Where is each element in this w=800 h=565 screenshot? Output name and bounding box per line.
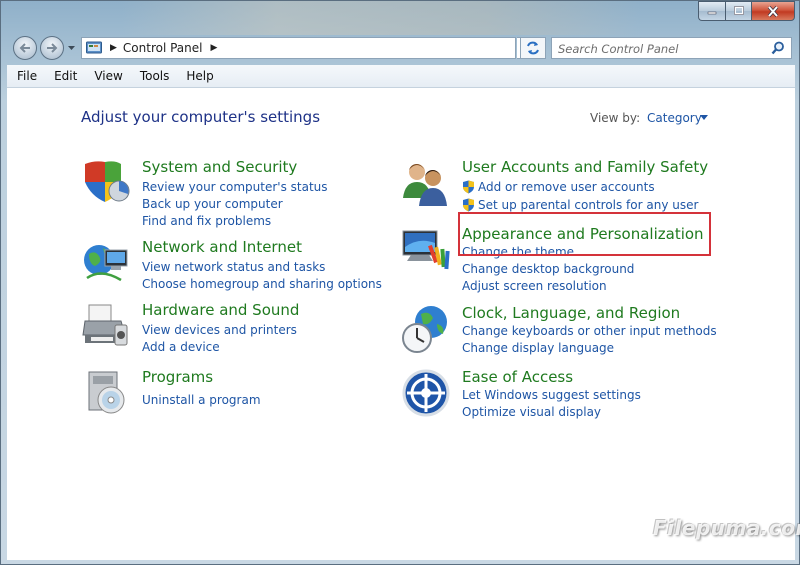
link-optimize-visual[interactable]: Optimize visual display — [462, 405, 601, 419]
address-bar[interactable]: ▶ Control Panel ▶ — [81, 37, 516, 59]
menu-help[interactable]: Help — [179, 69, 220, 83]
menu-view[interactable]: View — [87, 69, 129, 83]
watermark-text: Filepuma.com — [653, 516, 800, 540]
back-button[interactable] — [13, 36, 37, 60]
shield-icon — [85, 161, 130, 202]
link-desktop-background[interactable]: Change desktop background — [462, 262, 634, 276]
search-input[interactable] — [552, 39, 762, 59]
breadcrumb-separator-icon[interactable]: ▶ — [110, 43, 117, 53]
link-screen-resolution[interactable]: Adjust screen resolution — [462, 279, 607, 293]
control-panel-icon — [86, 41, 102, 54]
network-globe-icon — [84, 245, 128, 282]
search-box[interactable] — [551, 37, 792, 59]
forward-arrow-icon — [47, 43, 58, 53]
breadcrumb-chevron-icon[interactable]: ▶ — [211, 43, 218, 53]
printer-icon — [82, 304, 128, 346]
link-homegroup[interactable]: Choose homegroup and sharing options — [142, 277, 382, 291]
breadcrumb-control-panel[interactable]: Control Panel — [123, 41, 203, 55]
category-title[interactable]: Ease of Access — [462, 368, 573, 386]
category-title[interactable]: Clock, Language, and Region — [462, 304, 680, 322]
category-title[interactable]: User Accounts and Family Safety — [462, 158, 708, 176]
menu-file[interactable]: File — [10, 69, 44, 83]
programs-disc-icon — [88, 371, 125, 414]
link-back-up[interactable]: Back up your computer — [142, 197, 283, 211]
link-find-fix[interactable]: Find and fix problems — [142, 214, 271, 228]
refresh-icon — [527, 41, 539, 55]
link-add-device[interactable]: Add a device — [142, 340, 220, 354]
category-title[interactable]: Hardware and Sound — [142, 301, 299, 319]
link-uninstall[interactable]: Uninstall a program — [142, 393, 261, 407]
caption-buttons — [698, 1, 795, 21]
back-arrow-icon — [19, 43, 30, 53]
recent-pages-chevron-icon[interactable] — [67, 43, 76, 53]
search-icon[interactable] — [771, 41, 785, 55]
link-windows-suggest[interactable]: Let Windows suggest settings — [462, 388, 641, 402]
navigation-bar: ▶ Control Panel ▶ — [1, 33, 800, 63]
minimize-icon — [707, 11, 717, 15]
link-parental-controls[interactable]: Set up parental controls for any user — [462, 198, 698, 212]
clock-globe-icon — [402, 306, 447, 353]
maximize-button[interactable] — [725, 1, 751, 21]
view-by-label: View by: — [590, 111, 641, 125]
menu-edit[interactable]: Edit — [47, 69, 84, 83]
refresh-button[interactable] — [520, 37, 546, 59]
title-bar-backdrop — [121, 1, 641, 35]
category-title[interactable]: System and Security — [142, 158, 297, 176]
category-title[interactable]: Programs — [142, 368, 213, 386]
view-by-arrow-icon[interactable] — [700, 115, 708, 121]
menu-bar: File Edit View Tools Help — [7, 65, 795, 88]
control-panel-window: ▶ Control Panel ▶ File Edit View — [0, 0, 800, 565]
users-icon — [403, 164, 447, 206]
page-title: Adjust your computer's settings — [81, 108, 321, 126]
link-display-language[interactable]: Change display language — [462, 341, 614, 355]
monitor-paint-icon — [402, 230, 450, 270]
close-button[interactable] — [751, 1, 795, 21]
ease-of-access-icon — [402, 369, 450, 417]
forward-button[interactable] — [40, 36, 64, 60]
link-devices-printers[interactable]: View devices and printers — [142, 323, 297, 337]
link-review-status[interactable]: Review your computer's status — [142, 180, 328, 194]
annotation-highlight-box — [458, 212, 711, 256]
link-add-remove-users[interactable]: Add or remove user accounts — [462, 180, 655, 194]
link-network-status[interactable]: View network status and tasks — [142, 260, 325, 274]
maximize-icon — [733, 6, 744, 15]
minimize-button[interactable] — [698, 1, 725, 21]
menu-tools[interactable]: Tools — [133, 69, 177, 83]
view-by-dropdown[interactable]: Category — [647, 111, 702, 125]
category-title[interactable]: Network and Internet — [142, 238, 302, 256]
close-icon — [767, 5, 779, 17]
content-pane: Adjust your computer's settings View by:… — [7, 88, 795, 560]
link-keyboards-input[interactable]: Change keyboards or other input methods — [462, 324, 717, 338]
